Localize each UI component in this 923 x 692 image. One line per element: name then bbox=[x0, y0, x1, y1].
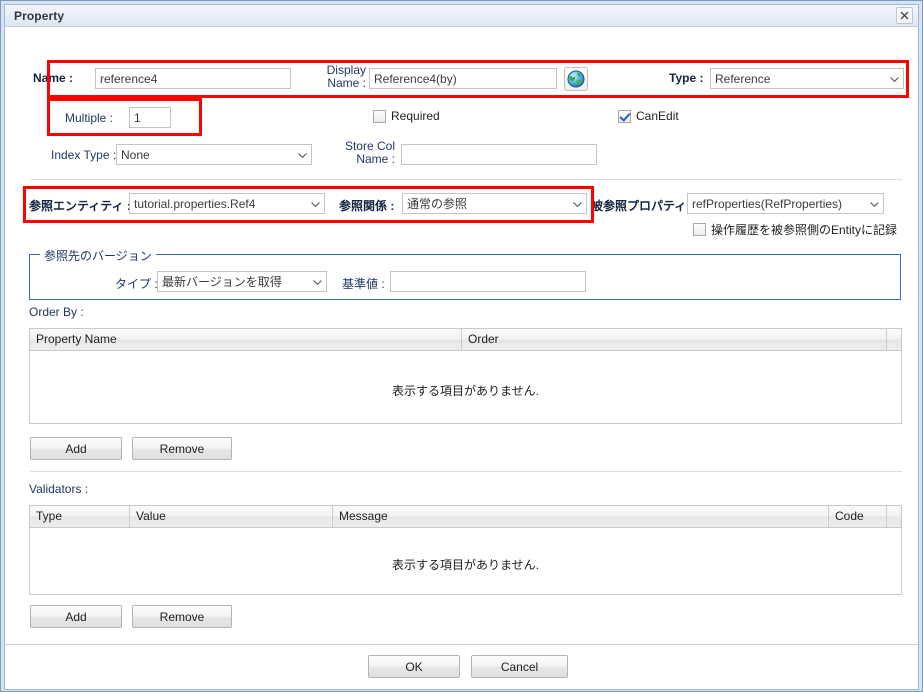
referenced-prop-select-wrap: refProperties(RefProperties) bbox=[687, 193, 884, 214]
order-by-label: Order By : bbox=[29, 305, 84, 319]
index-type-select-wrap: None bbox=[116, 144, 312, 165]
dialog-footer: OK Cancel bbox=[5, 644, 918, 689]
dialog-content: Name : Display Name : bbox=[5, 27, 918, 644]
display-name-label-line2: Name : bbox=[327, 76, 366, 90]
multiple-input[interactable] bbox=[129, 107, 171, 128]
name-label: Name : bbox=[33, 71, 74, 85]
globe-icon bbox=[567, 70, 585, 88]
referenced-prop-select[interactable]: refProperties(RefProperties) bbox=[687, 193, 884, 214]
divider-2 bbox=[30, 471, 902, 472]
ref-relation-label: 参照関係 : bbox=[339, 199, 395, 213]
validators-grid: Type Value Message Code 表示する項目がありません. bbox=[29, 505, 902, 595]
canedit-label: CanEdit bbox=[636, 109, 679, 123]
order-by-grid: Property Name Order 表示する項目がありません. bbox=[29, 328, 902, 424]
version-type-label: タイプ : bbox=[115, 277, 158, 291]
type-label: Type : bbox=[669, 71, 704, 85]
order-by-empty-message: 表示する項目がありません. bbox=[392, 384, 539, 398]
required-label: Required bbox=[391, 109, 440, 123]
name-input[interactable] bbox=[95, 68, 291, 89]
ref-entity-select[interactable]: tutorial.properties.Ref4 bbox=[129, 193, 325, 214]
referenced-prop-label: 被参照プロパティ : bbox=[591, 199, 694, 213]
validators-col-value[interactable]: Value bbox=[130, 506, 333, 527]
order-by-col-order[interactable]: Order bbox=[462, 329, 887, 350]
ref-relation-select-wrap: 通常の参照 bbox=[402, 193, 587, 214]
history-label: 操作履歴を被参照側のEntityに記録 bbox=[711, 223, 898, 237]
order-by-col-spacer bbox=[887, 329, 901, 350]
store-col-name-input[interactable] bbox=[401, 144, 597, 165]
required-checkbox[interactable] bbox=[373, 109, 386, 123]
dialog-body: Name : Display Name : bbox=[4, 26, 919, 690]
property-dialog-window: Property Name : Display Name : bbox=[0, 0, 923, 692]
history-checkbox[interactable] bbox=[693, 223, 706, 236]
version-type-select[interactable]: 最新バージョンを取得 bbox=[157, 271, 327, 292]
divider-1 bbox=[30, 179, 902, 180]
multiple-label: Multiple : bbox=[65, 111, 114, 125]
order-by-remove-button[interactable]: Remove bbox=[132, 437, 232, 460]
version-base-input[interactable] bbox=[390, 271, 586, 292]
validators-grid-header: Type Value Message Code bbox=[30, 506, 901, 528]
validators-empty-message: 表示する項目がありません. bbox=[392, 558, 539, 572]
store-col-label-line2: Name : bbox=[356, 152, 395, 166]
validators-label: Validators : bbox=[29, 482, 89, 496]
ref-entity-select-wrap: tutorial.properties.Ref4 bbox=[129, 193, 325, 214]
version-base-label: 基準値 : bbox=[342, 277, 385, 291]
type-select-wrap: Reference bbox=[710, 68, 904, 89]
store-col-name-label: Store Col Name : bbox=[335, 140, 395, 166]
ok-button[interactable]: OK bbox=[368, 655, 460, 678]
close-button[interactable] bbox=[896, 7, 913, 24]
validators-add-button[interactable]: Add bbox=[30, 605, 122, 628]
display-name-label: Display Name : bbox=[318, 64, 366, 90]
order-by-add-button[interactable]: Add bbox=[30, 437, 122, 460]
validators-remove-button[interactable]: Remove bbox=[132, 605, 232, 628]
version-fieldset-legend: 参照先のバージョン bbox=[40, 247, 156, 264]
history-checkbox-row[interactable]: 操作履歴を被参照側のEntityに記録 bbox=[693, 221, 897, 238]
validators-col-message[interactable]: Message bbox=[333, 506, 829, 527]
validators-col-type[interactable]: Type bbox=[30, 506, 130, 527]
index-type-select[interactable]: None bbox=[116, 144, 312, 165]
type-select[interactable]: Reference bbox=[710, 68, 904, 89]
dialog-titlebar: Property bbox=[4, 4, 919, 26]
validators-col-code[interactable]: Code bbox=[829, 506, 887, 527]
canedit-checkbox[interactable] bbox=[618, 109, 631, 123]
ref-entity-label: 参照エンティティ : bbox=[29, 199, 131, 213]
required-checkbox-row[interactable]: Required bbox=[373, 109, 440, 123]
canedit-checkbox-row[interactable]: CanEdit bbox=[618, 109, 679, 123]
dialog-title: Property bbox=[14, 8, 65, 23]
order-by-col-property-name[interactable]: Property Name bbox=[30, 329, 462, 350]
globe-button[interactable] bbox=[564, 67, 588, 91]
ref-relation-select[interactable]: 通常の参照 bbox=[402, 193, 587, 214]
cancel-button[interactable]: Cancel bbox=[471, 655, 568, 678]
version-type-select-wrap: 最新バージョンを取得 bbox=[157, 271, 327, 292]
display-name-input[interactable] bbox=[369, 68, 557, 89]
order-by-grid-header: Property Name Order bbox=[30, 329, 901, 351]
index-type-label: Index Type : bbox=[51, 148, 117, 162]
close-icon bbox=[900, 11, 909, 20]
validators-col-spacer bbox=[887, 506, 901, 527]
